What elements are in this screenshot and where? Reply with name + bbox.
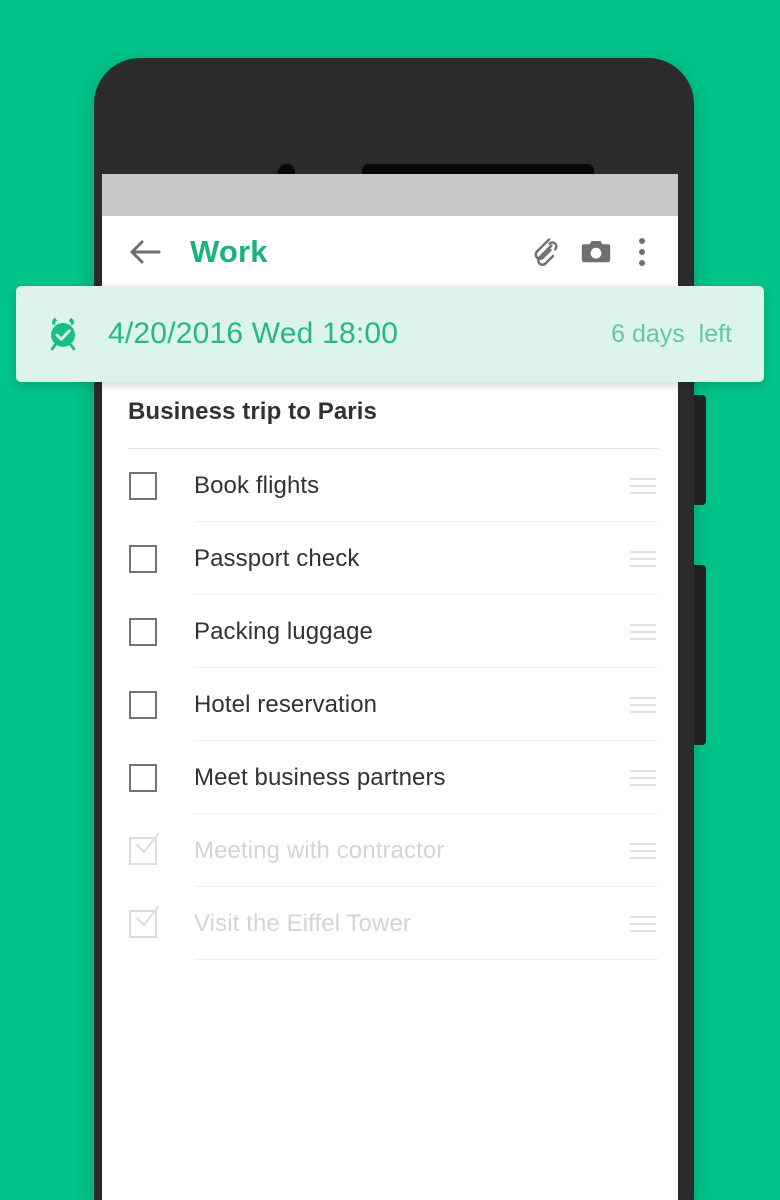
status-bar xyxy=(102,174,678,216)
paperclip-icon xyxy=(534,238,558,266)
app-bar-actions xyxy=(518,216,662,288)
task-label: Visit the Eiffel Tower xyxy=(194,909,411,937)
row-divider xyxy=(194,959,658,960)
overflow-menu-button[interactable] xyxy=(622,226,662,278)
drag-handle-icon[interactable] xyxy=(630,550,656,567)
checkbox-unchecked[interactable] xyxy=(128,544,158,574)
arrow-left-icon xyxy=(130,240,161,264)
drag-handle-icon[interactable] xyxy=(630,623,656,640)
task-label: Meeting with contractor xyxy=(194,836,445,864)
task-row[interactable]: Passport check xyxy=(102,522,678,595)
task-row[interactable]: Visit the Eiffel Tower xyxy=(102,887,678,960)
reminder-datetime: 4/20/2016 Wed 18:00 xyxy=(108,317,399,350)
checkbox-unchecked[interactable] xyxy=(128,763,158,793)
checkbox-box-icon xyxy=(129,617,157,646)
drag-handle-icon[interactable] xyxy=(630,915,656,932)
page-title: Work xyxy=(190,234,268,269)
reminder-countdown: 6 days left xyxy=(611,319,732,348)
alarm-check-icon xyxy=(50,317,76,351)
task-list: Book flights Passport check Packing luggag… xyxy=(102,449,678,960)
phone-power-button[interactable] xyxy=(694,565,706,745)
drag-handle-icon[interactable] xyxy=(630,842,656,859)
task-label: Passport check xyxy=(194,544,360,572)
more-vertical-icon xyxy=(639,238,645,244)
task-row[interactable]: Meeting with contractor xyxy=(102,814,678,887)
task-row[interactable]: Meet business partners xyxy=(102,741,678,814)
checkbox-unchecked[interactable] xyxy=(128,690,158,720)
drag-handle-icon[interactable] xyxy=(630,477,656,494)
checkbox-box-icon xyxy=(129,690,157,719)
checkbox-checked[interactable] xyxy=(128,905,159,939)
check-icon xyxy=(136,832,159,853)
checkbox-unchecked[interactable] xyxy=(128,617,158,647)
drag-handle-icon[interactable] xyxy=(630,769,656,786)
task-row[interactable]: Hotel reservation xyxy=(102,668,678,741)
checkbox-box-icon xyxy=(129,471,157,500)
app-bar: Work xyxy=(102,216,678,288)
task-row[interactable]: Book flights xyxy=(102,449,678,522)
more-vertical-icon xyxy=(639,249,645,255)
camera-icon xyxy=(581,241,611,263)
attachment-button[interactable] xyxy=(518,226,570,278)
drag-handle-icon[interactable] xyxy=(630,696,656,713)
task-label: Meet business partners xyxy=(194,763,446,791)
phone-volume-button[interactable] xyxy=(694,395,706,505)
more-vertical-icon xyxy=(639,260,645,266)
checkbox-checked[interactable] xyxy=(128,832,159,866)
checkbox-unchecked[interactable] xyxy=(128,471,158,501)
check-icon xyxy=(136,905,159,926)
reminder-card[interactable]: 4/20/2016 Wed 18:00 6 days left xyxy=(16,286,764,382)
checkbox-box-icon xyxy=(129,763,157,792)
task-label: Book flights xyxy=(194,471,320,499)
task-row[interactable]: Packing luggage xyxy=(102,595,678,668)
note-title: Business trip to Paris xyxy=(128,398,377,425)
task-label: Hotel reservation xyxy=(194,690,378,718)
back-button[interactable] xyxy=(128,235,162,269)
checkbox-box-icon xyxy=(129,544,157,573)
camera-button[interactable] xyxy=(570,226,622,278)
task-label: Packing luggage xyxy=(194,617,373,645)
